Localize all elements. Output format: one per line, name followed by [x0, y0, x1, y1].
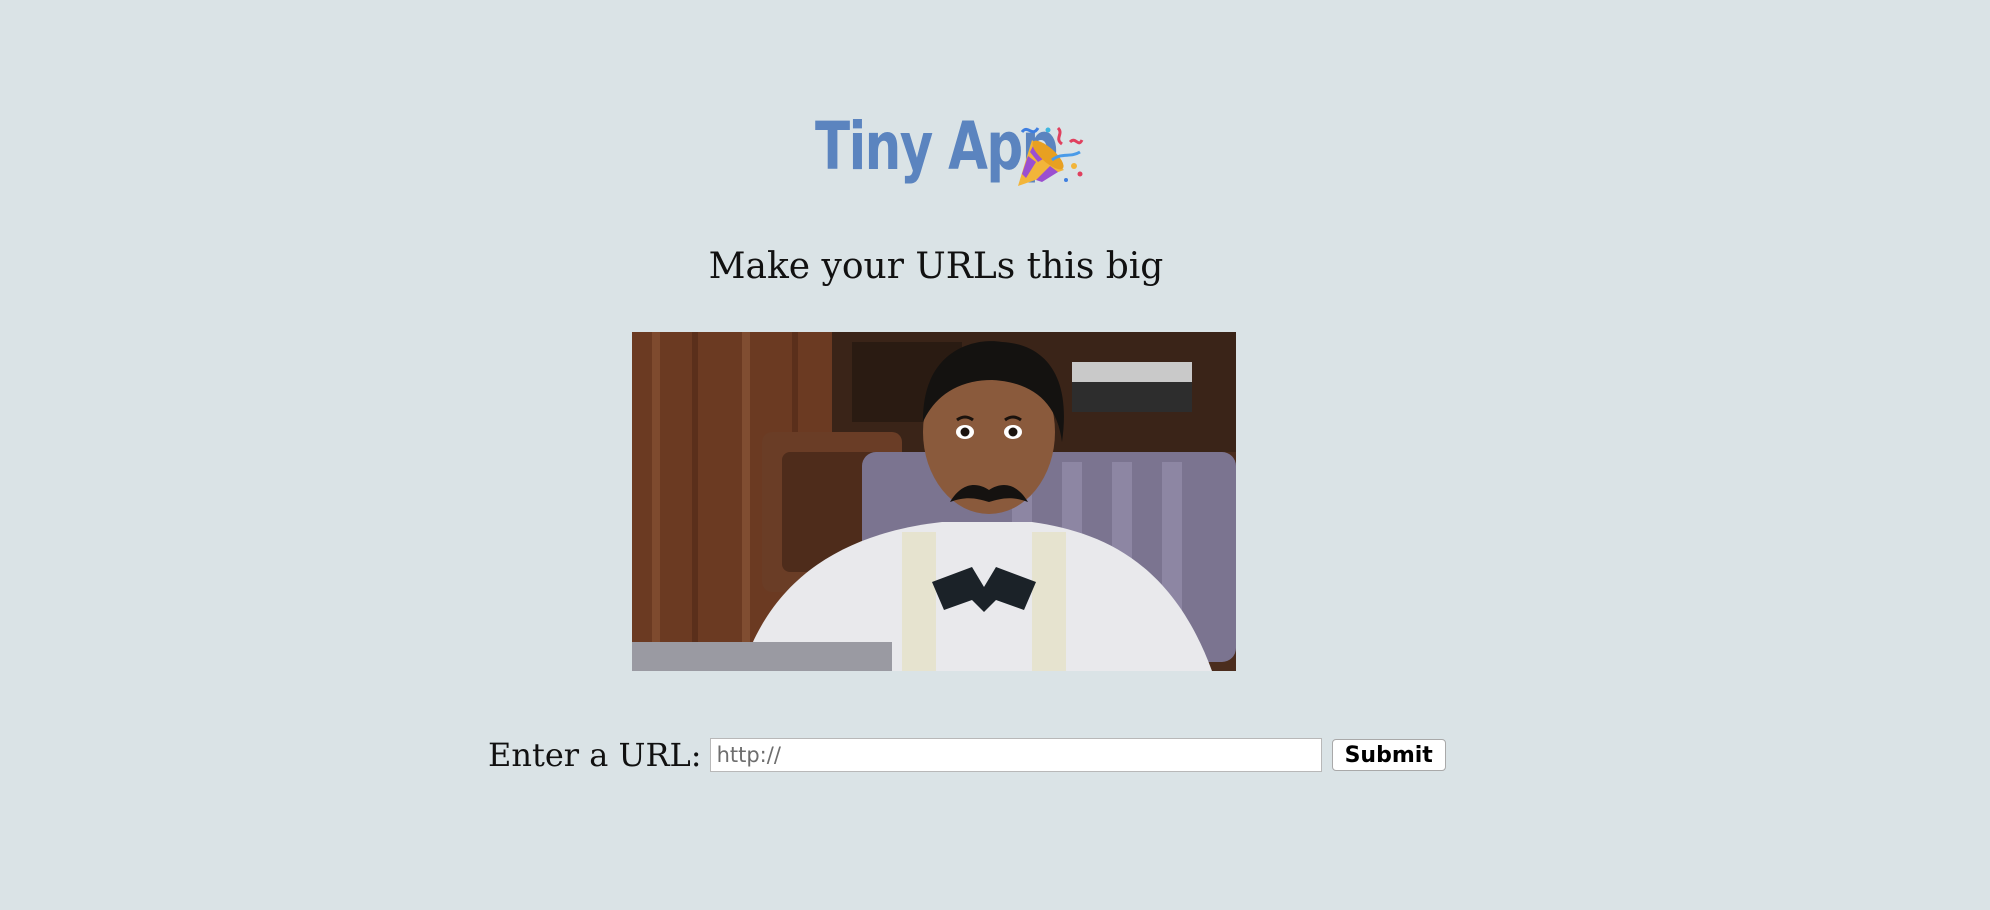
url-input[interactable] — [709, 738, 1322, 772]
party-popper-icon — [1018, 126, 1084, 186]
tagline: Make your URLs this big — [708, 246, 1164, 287]
animated-gif-image — [632, 332, 1236, 671]
url-form: Enter a URL: Submit — [488, 732, 1446, 778]
submit-button[interactable]: Submit — [1331, 739, 1446, 771]
page: Tiny App Make your URLs this big Enter a… — [0, 0, 1990, 910]
app-title: Tiny App — [815, 108, 1059, 185]
url-label: Enter a URL: — [488, 736, 702, 774]
